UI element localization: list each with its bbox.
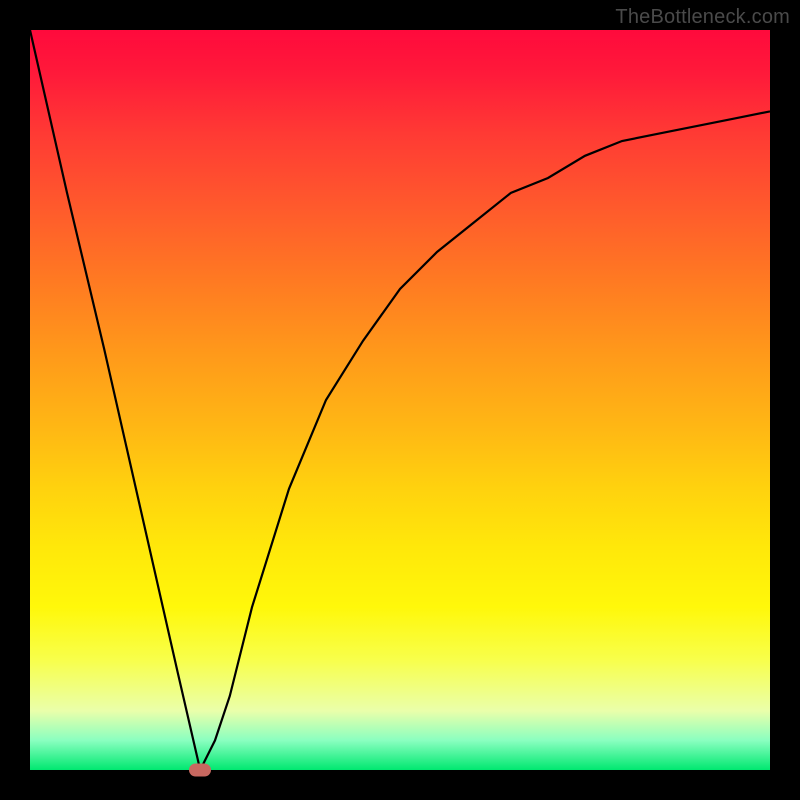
- watermark-text: TheBottleneck.com: [615, 6, 790, 29]
- optimal-point-marker: [189, 764, 211, 777]
- curve-path: [30, 30, 770, 770]
- chart-frame: TheBottleneck.com: [0, 0, 800, 800]
- chart-plot-area: [30, 30, 770, 770]
- bottleneck-curve: [30, 30, 770, 770]
